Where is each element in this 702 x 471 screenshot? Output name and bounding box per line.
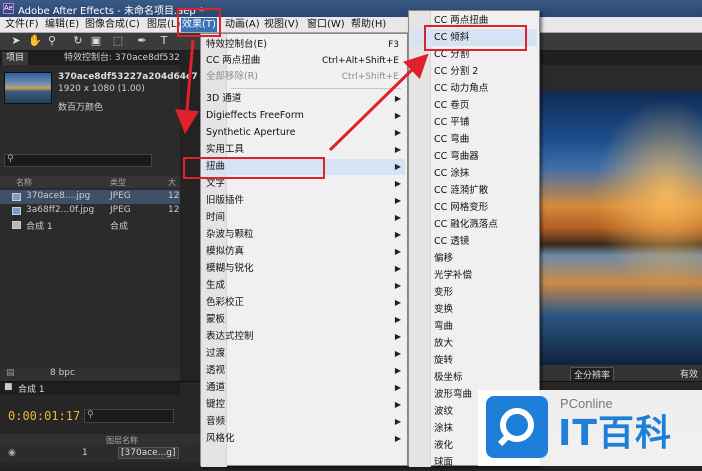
- arrow-down: [175, 39, 199, 134]
- pconline-watermark: PConline IT百科: [478, 390, 702, 466]
- arrow-up-right: [328, 53, 429, 152]
- pconline-logo-icon: [486, 396, 548, 458]
- watermark-title: IT百科: [558, 413, 672, 454]
- watermark-brand: PConline: [560, 396, 613, 411]
